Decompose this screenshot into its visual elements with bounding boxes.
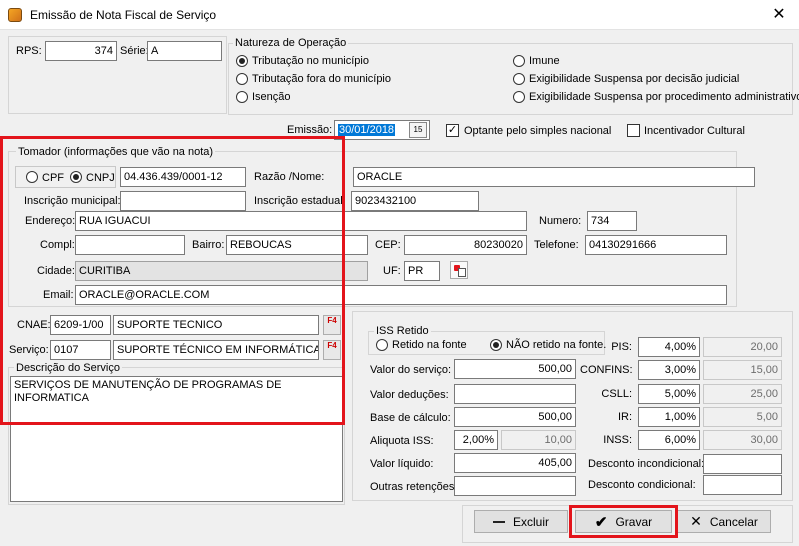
radio-iss-nao-retido[interactable] xyxy=(490,339,502,351)
natureza-option-label: Tributação fora do município xyxy=(252,73,391,85)
natureza-option-label: Exigibilidade Suspensa por procedimento … xyxy=(529,91,799,103)
radio-tributacao-fora[interactable] xyxy=(236,73,248,85)
rps-input[interactable]: 374 xyxy=(45,41,117,61)
uf-label: UF: xyxy=(383,265,401,277)
radio-iss-retido[interactable] xyxy=(376,339,388,351)
radio-tributacao-municipio[interactable] xyxy=(236,55,248,67)
excluir-label: Excluir xyxy=(512,514,549,529)
uf-lookup-doc xyxy=(458,268,466,277)
uf-input[interactable]: PR xyxy=(404,261,440,281)
cofins-valor-field: 15,00 xyxy=(703,360,782,380)
csll-valor-field: 25,00 xyxy=(703,384,782,404)
base-calculo-label: Base de cálculo: xyxy=(370,412,451,424)
radio-isencao[interactable] xyxy=(236,91,248,103)
desconto-cond-label: Desconto condicional: xyxy=(588,479,696,491)
inss-valor-field: 30,00 xyxy=(703,430,782,450)
csll-pct-input[interactable]: 5,00% xyxy=(638,384,700,404)
emissao-date-value: 30/01/2018 xyxy=(338,124,396,136)
razao-input[interactable]: ORACLE xyxy=(353,167,755,187)
rps-label: RPS: xyxy=(16,45,42,57)
inss-pct-input[interactable]: 6,00% xyxy=(638,430,700,450)
iss-title: ISS Retido xyxy=(374,325,431,337)
pis-label: PIS: xyxy=(611,341,632,353)
csll-label: CSLL: xyxy=(601,388,632,400)
incentivador-checkbox[interactable] xyxy=(627,124,640,137)
cancelar-button[interactable]: ✕ Cancelar xyxy=(677,510,771,533)
natureza-option-label: Tributação no município xyxy=(252,55,369,67)
numero-input[interactable]: 734 xyxy=(587,211,637,231)
cofins-pct-input[interactable]: 3,00% xyxy=(638,360,700,380)
cofins-label: CONFINS: xyxy=(580,364,633,376)
ir-pct-input[interactable]: 1,00% xyxy=(638,407,700,427)
app-icon xyxy=(8,8,22,22)
excluir-button[interactable]: Excluir xyxy=(474,510,568,533)
telefone-input[interactable]: 04130291666 xyxy=(585,235,727,255)
serie-input[interactable]: A xyxy=(147,41,222,61)
emissao-label: Emissão: xyxy=(287,124,333,136)
close-icon[interactable]: ✕ xyxy=(760,2,798,28)
window-title: Emissão de Nota Fiscal de Serviço xyxy=(30,8,217,22)
insc-estadual-input[interactable]: 9023432100 xyxy=(351,191,479,211)
ir-label: IR: xyxy=(617,411,632,423)
deducoes-label: Valor deduções: xyxy=(370,389,449,401)
desconto-incond-input[interactable] xyxy=(703,454,782,474)
telefone-label: Telefone: xyxy=(534,239,579,251)
deducoes-input[interactable] xyxy=(454,384,576,404)
inss-label: INSS: xyxy=(603,434,632,446)
calendar-icon[interactable]: 15 xyxy=(409,122,427,138)
aliquota-input[interactable]: 2,00% xyxy=(454,430,498,450)
title-bar: Emissão de Nota Fiscal de Serviço ✕ xyxy=(0,0,799,30)
desconto-cond-input[interactable] xyxy=(703,475,782,495)
liquido-label: Valor líquido: xyxy=(370,458,434,470)
pis-valor-field: 20,00 xyxy=(703,337,782,357)
optante-checkbox[interactable]: ✓ xyxy=(446,124,459,137)
incentivador-label: Incentivador Cultural xyxy=(644,125,745,137)
liquido-input[interactable]: 405,00 xyxy=(454,453,576,473)
annotation-highlight-tomador xyxy=(0,136,345,425)
cancelar-label: Cancelar xyxy=(709,514,758,529)
aliquota-label: Aliquota ISS: xyxy=(370,435,434,447)
serie-label: Série: xyxy=(120,45,149,57)
annotation-highlight-gravar xyxy=(569,505,678,538)
valor-servico-label: Valor do serviço: xyxy=(370,364,452,376)
cep-input[interactable]: 80230020 xyxy=(404,235,527,255)
x-icon: ✕ xyxy=(690,513,702,529)
valor-servico-input[interactable]: 500,00 xyxy=(454,359,576,379)
outras-retencoes-input[interactable] xyxy=(454,476,576,496)
aliquota-valor-field: 10,00 xyxy=(501,430,576,450)
uf-lookup-icon[interactable] xyxy=(450,261,468,279)
iss-retido-label: Retido na fonte xyxy=(392,339,467,351)
radio-imune[interactable] xyxy=(513,55,525,67)
cep-label: CEP: xyxy=(375,239,401,251)
base-calculo-input[interactable]: 500,00 xyxy=(454,407,576,427)
optante-label: Optante pelo simples nacional xyxy=(464,125,612,137)
desconto-incond-label: Desconto incondicional: xyxy=(588,458,705,470)
natureza-title: Natureza de Operação xyxy=(233,37,349,49)
pis-pct-input[interactable]: 4,00% xyxy=(638,337,700,357)
minus-icon xyxy=(492,520,505,523)
natureza-option-label: Imune xyxy=(529,55,560,67)
natureza-option-label: Isenção xyxy=(252,91,291,103)
outras-retencoes-label: Outras retenções: xyxy=(370,481,458,493)
radio-exig-judicial[interactable] xyxy=(513,73,525,85)
numero-label: Numero: xyxy=(539,215,582,227)
natureza-option-label: Exigibilidade Suspensa por decisão judic… xyxy=(529,73,740,85)
ir-valor-field: 5,00 xyxy=(703,407,782,427)
radio-exig-administrativo[interactable] xyxy=(513,91,525,103)
